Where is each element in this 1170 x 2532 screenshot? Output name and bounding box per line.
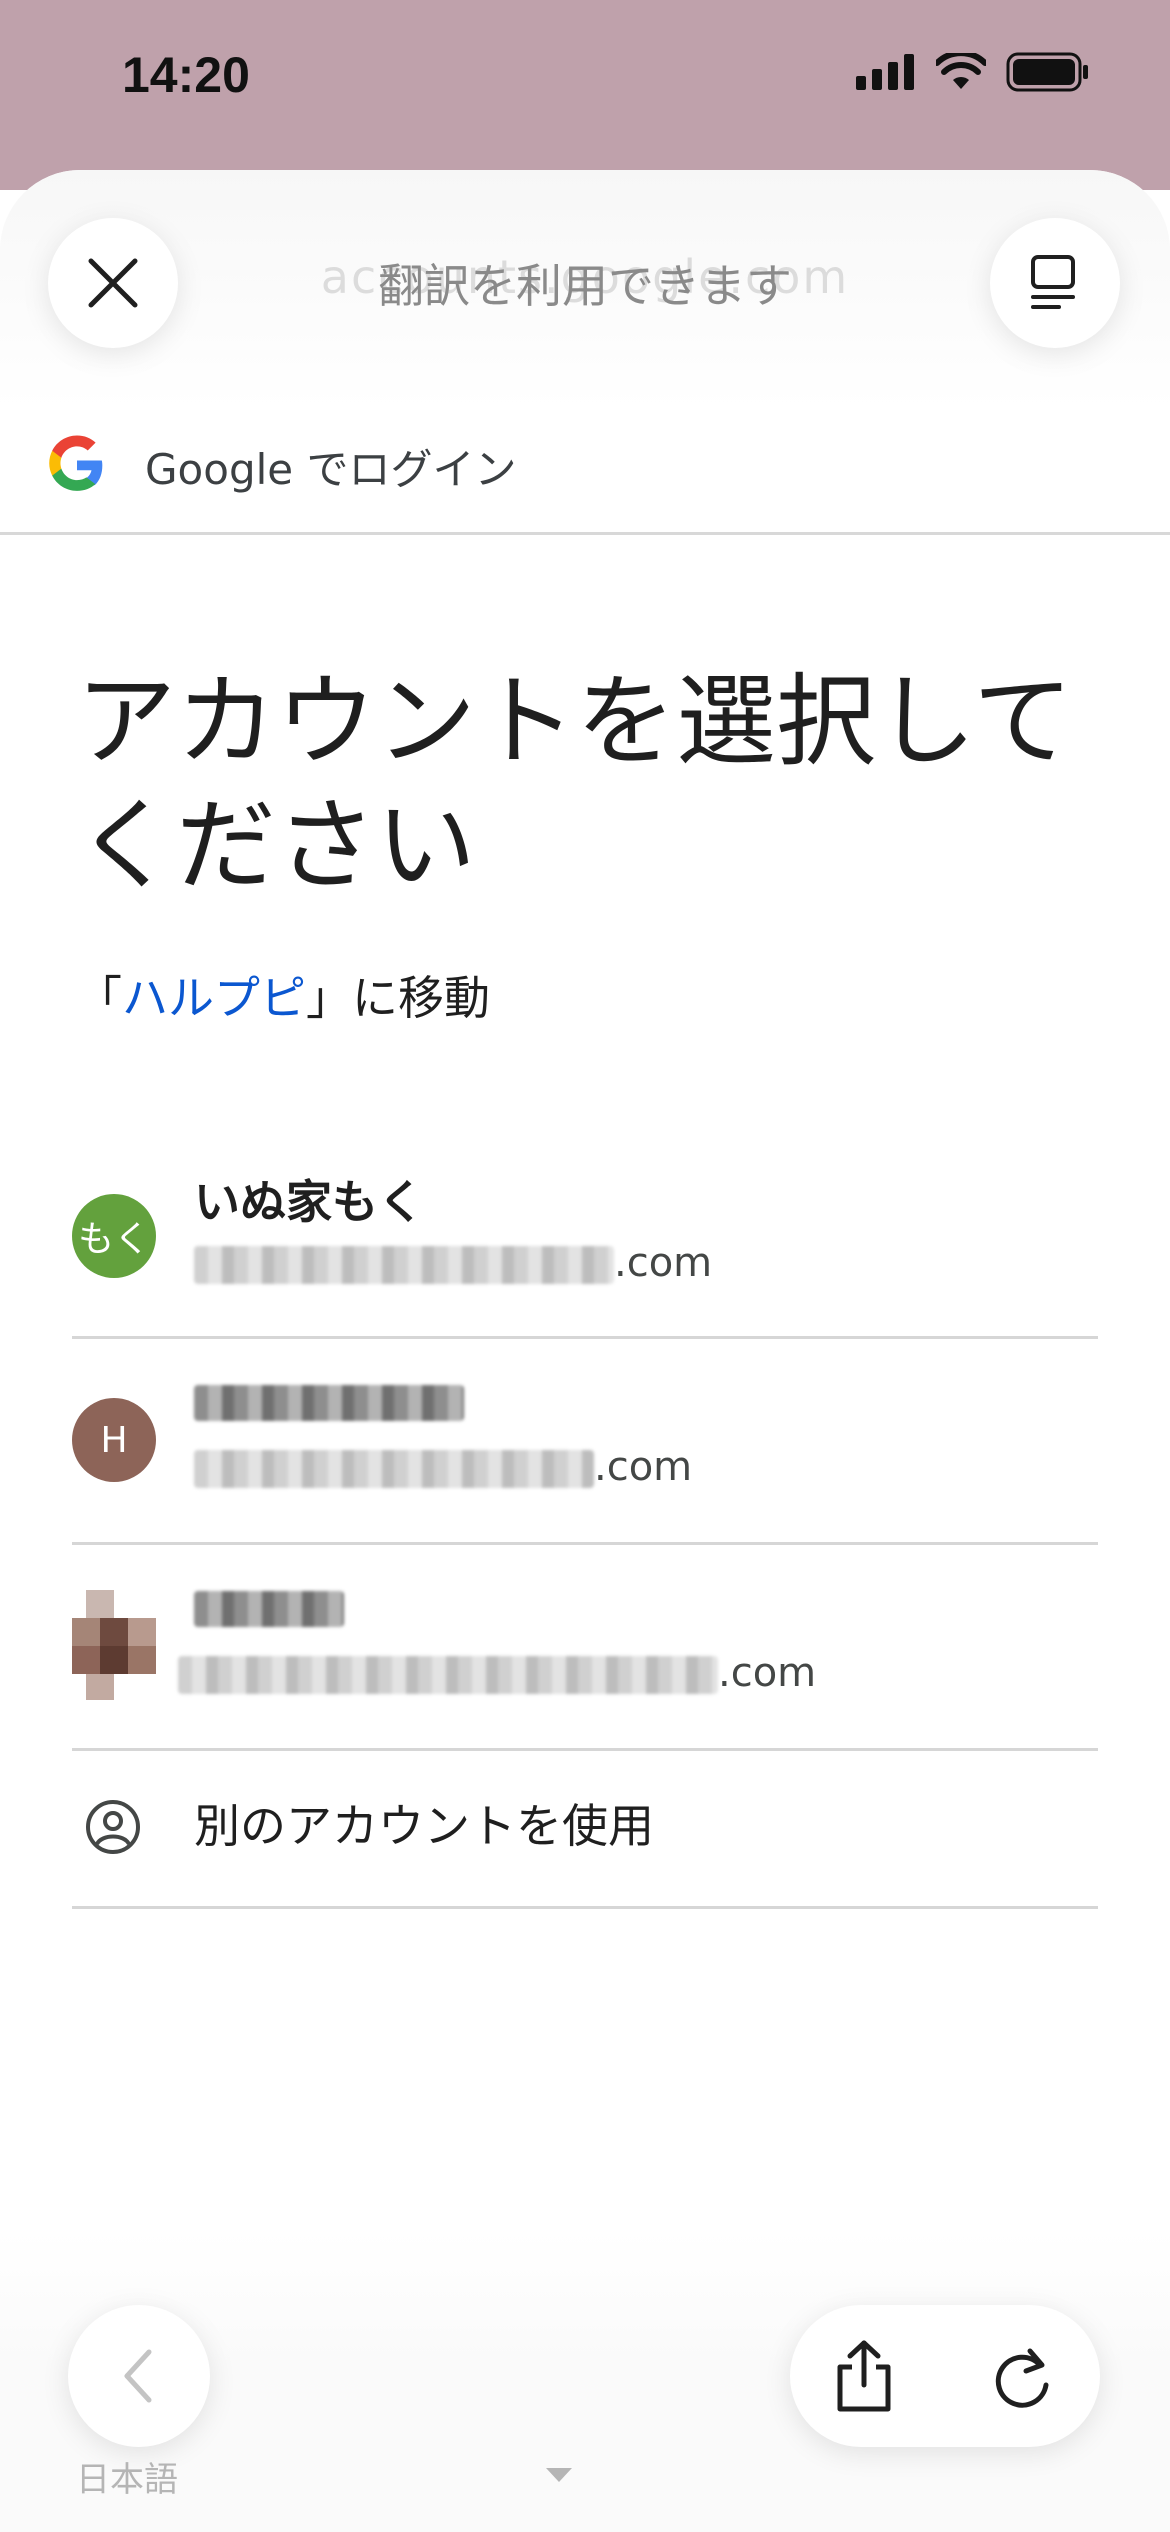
redacted-name (194, 1590, 344, 1627)
avatar: H (72, 1398, 156, 1482)
app-name-link[interactable]: ハルプピ (122, 971, 306, 1025)
account-name: いぬ家もく (194, 1175, 424, 1229)
continue-to-line: 「ハルプピ」に移動 (76, 962, 490, 1028)
status-bar: 14:20 (0, 0, 1170, 190)
close-button[interactable] (48, 218, 178, 348)
avatar: もく (72, 1194, 156, 1278)
page-title: アカウントを選択してください (76, 663, 1073, 904)
language-selector[interactable]: 日本語 (76, 2452, 178, 2501)
redacted-email (194, 1246, 614, 1284)
subline-prefix: 「 (76, 971, 122, 1025)
action-pill (790, 2305, 1100, 2447)
login-header-text: Google でログイン (145, 445, 517, 494)
status-icons (856, 52, 1090, 92)
use-another-account-button[interactable]: 別のアカウントを使用 (72, 1750, 1098, 1909)
account-email-suffix: .com (614, 1240, 713, 1286)
avatar (72, 1590, 156, 1700)
reader-button[interactable] (990, 218, 1120, 348)
status-time: 14:20 (122, 47, 250, 103)
signal-icon (856, 54, 914, 90)
redacted-name (194, 1384, 464, 1421)
google-login-bar: Google でログイン (0, 420, 1170, 535)
account-email: .com (194, 1240, 712, 1286)
account-name (194, 1372, 464, 1426)
google-logo (49, 435, 103, 491)
battery-icon (1006, 52, 1088, 92)
close-icon (88, 258, 138, 308)
share-icon[interactable] (834, 2339, 894, 2413)
use-another-account-label: 別のアカウントを使用 (194, 1799, 654, 1853)
back-chevron-icon (124, 2349, 152, 2403)
reload-icon[interactable] (990, 2341, 1054, 2411)
dropdown-caret-icon[interactable] (546, 2468, 572, 2484)
account-item[interactable]: H .com (72, 1336, 1098, 1545)
person-circle-icon (86, 1800, 140, 1854)
redacted-email (178, 1656, 718, 1694)
account-email-suffix: .com (718, 1650, 817, 1696)
pixelated-avatar (72, 1590, 156, 1700)
subline-suffix: 」に移動 (306, 971, 490, 1025)
account-item[interactable]: もく いぬ家もく .com (72, 1130, 1098, 1339)
redacted-email (194, 1450, 594, 1488)
account-name (194, 1578, 344, 1632)
wifi-icon (936, 53, 986, 89)
account-item[interactable]: .com (72, 1542, 1098, 1751)
account-email: .com (178, 1650, 816, 1696)
account-email: .com (194, 1444, 692, 1490)
back-button[interactable] (68, 2305, 210, 2447)
account-email-suffix: .com (594, 1444, 693, 1490)
reader-icon (1031, 255, 1075, 309)
